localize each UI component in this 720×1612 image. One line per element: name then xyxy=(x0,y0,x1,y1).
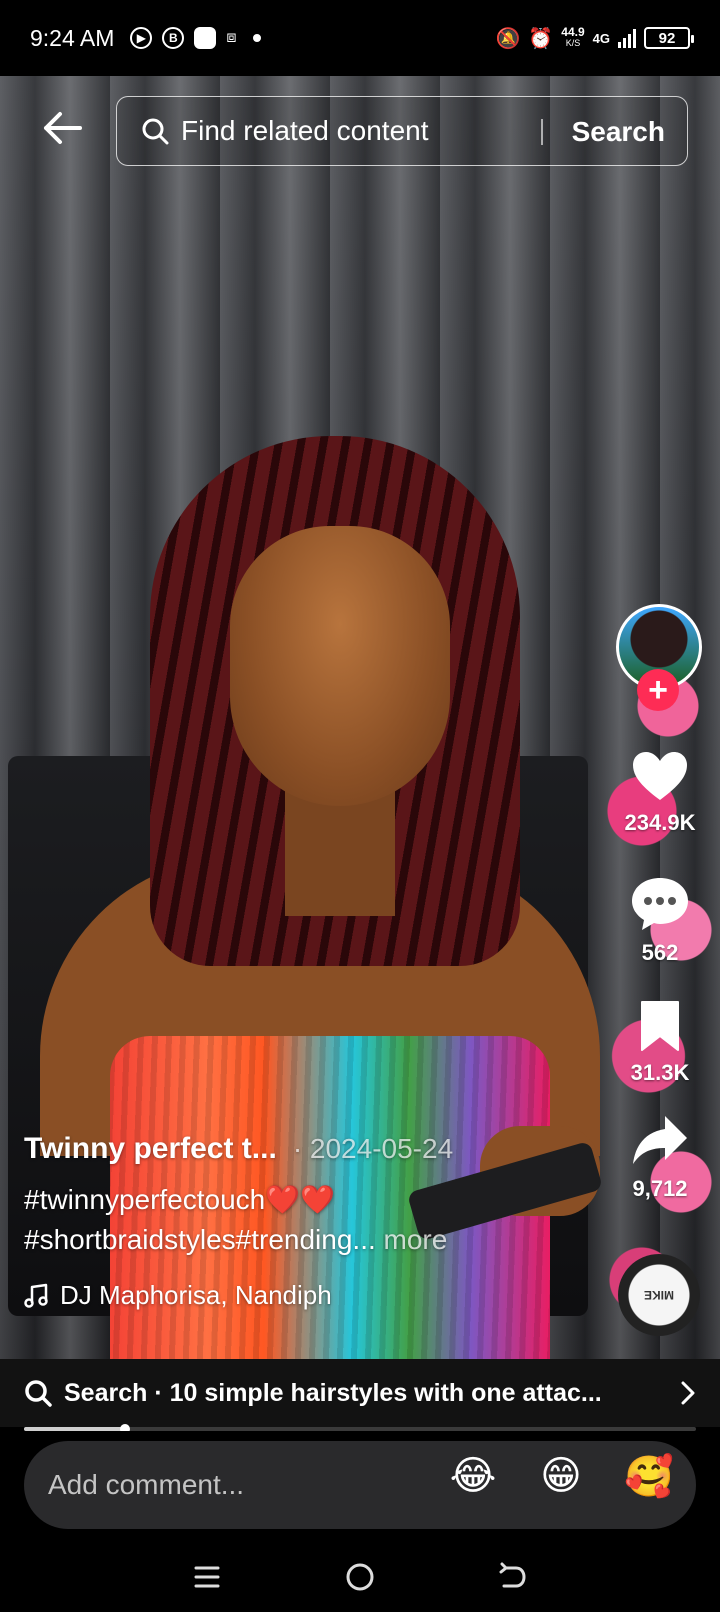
square-app-icon xyxy=(194,27,217,49)
related-search-bar[interactable]: Search · 10 simple hairstyles with one a… xyxy=(0,1359,720,1427)
bookmark-icon xyxy=(641,1001,679,1051)
post-date: · 2024-05-24 xyxy=(292,1133,454,1164)
emoji-laughing-button[interactable]: 😂 xyxy=(446,1449,500,1503)
network-type: 4G xyxy=(592,30,610,46)
video-caption[interactable]: Twinny perfect t... · 2024-05-24 #twinny… xyxy=(24,1132,584,1311)
comment-count: 562 xyxy=(641,940,679,965)
comment-button[interactable]: 562 xyxy=(606,876,714,966)
sound-name[interactable]: DJ Maphorisa, Nandiph xyxy=(60,1280,332,1311)
more-link[interactable]: more xyxy=(384,1224,448,1255)
save-count: 31.3K xyxy=(630,1060,690,1085)
battery-icon: 92 xyxy=(644,27,694,49)
music-disc[interactable]: MIKE xyxy=(618,1254,700,1336)
related-search-text[interactable]: Search · 10 simple hairstyles with one a… xyxy=(64,1379,602,1408)
signal-icon xyxy=(618,28,636,48)
status-bar: 9:24 AM ▶ B ⧈ 🔕 ⏰ 44.9 K/S 4G 92 xyxy=(0,0,720,76)
heart-icon xyxy=(633,752,687,800)
net-speed-value: 44.9 xyxy=(561,25,585,39)
share-count: 9,712 xyxy=(632,1176,688,1201)
back-nav-icon xyxy=(499,1562,526,1588)
back-button[interactable] xyxy=(38,104,86,152)
home-button[interactable] xyxy=(340,1557,380,1597)
share-arrow-icon xyxy=(633,1116,687,1164)
notification-dot-icon xyxy=(252,34,261,42)
battery-level: 92 xyxy=(658,29,676,47)
hashtags-line-1[interactable]: #twinnyperfectouch❤️❤️ xyxy=(24,1180,584,1220)
music-disc-label: MIKE xyxy=(644,1288,674,1302)
video-flowers xyxy=(590,636,720,1336)
screenshot-icon: ⧈ xyxy=(226,29,237,46)
back-nav-button[interactable] xyxy=(493,1557,533,1597)
arrow-left-icon xyxy=(44,112,82,144)
plus-icon: + xyxy=(648,671,668,709)
home-circle-icon xyxy=(346,1563,374,1591)
music-note-icon xyxy=(24,1283,48,1308)
emoji-grinning-button[interactable]: 😁 xyxy=(534,1449,588,1503)
search-button[interactable]: Search xyxy=(572,97,665,167)
hashtags-line-2[interactable]: #shortbraidstyles#trending... xyxy=(24,1224,376,1255)
sound-row[interactable]: DJ Maphorisa, Nandiph xyxy=(24,1280,584,1311)
emoji-hearts-button[interactable]: 🥰 xyxy=(622,1449,676,1503)
status-time: 9:24 AM xyxy=(30,24,115,51)
search-icon xyxy=(142,118,169,145)
save-button[interactable]: 31.3K xyxy=(606,1000,714,1086)
pocket-icon: ▶ xyxy=(130,27,153,49)
hashtags[interactable]: #twinnyperfectouch❤️❤️ #shortbraidstyles… xyxy=(24,1180,584,1260)
b-app-icon: B xyxy=(162,27,185,49)
net-speed-unit: K/S xyxy=(565,38,581,48)
net-speed: 44.9 K/S xyxy=(561,25,585,49)
like-count: 234.9K xyxy=(624,810,696,835)
comment-placeholder[interactable]: Add comment... xyxy=(48,1469,244,1501)
comment-bubble-icon xyxy=(632,878,688,930)
search-icon xyxy=(25,1380,52,1407)
chevron-right-icon xyxy=(681,1381,695,1405)
share-button[interactable]: 9,712 xyxy=(606,1114,714,1202)
search-input[interactable]: Find related content xyxy=(181,115,429,147)
follow-button[interactable]: + xyxy=(637,669,679,711)
like-button[interactable]: 234.9K xyxy=(606,750,714,836)
search-bar[interactable]: Find related content Search xyxy=(116,96,688,166)
mute-bell-icon: 🔕 xyxy=(495,27,521,50)
video-title[interactable]: Twinny perfect t... xyxy=(24,1132,277,1166)
system-nav-bar xyxy=(0,1542,720,1612)
menu-lines-icon xyxy=(194,1566,220,1588)
search-divider xyxy=(541,119,543,145)
recent-apps-button[interactable] xyxy=(187,1557,227,1597)
comment-input[interactable]: Add comment... xyxy=(24,1441,696,1529)
alarm-icon: ⏰ xyxy=(528,27,554,50)
